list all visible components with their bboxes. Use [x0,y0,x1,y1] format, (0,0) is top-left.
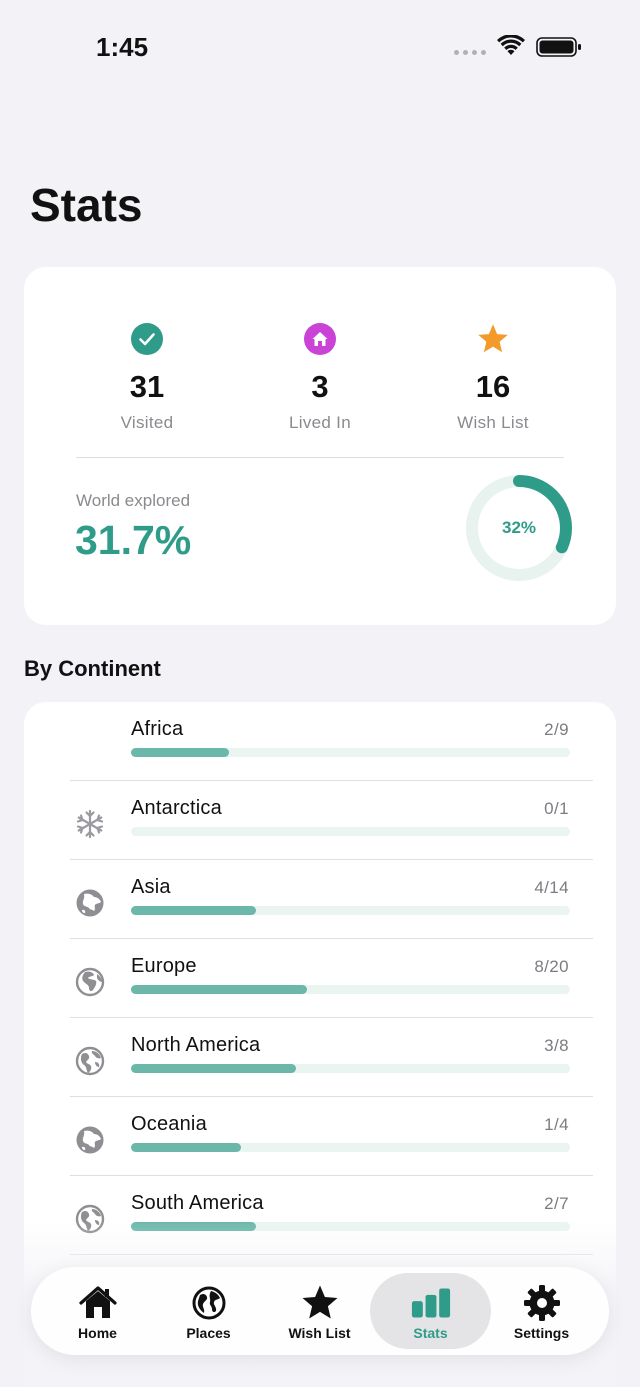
continent-count: 3/8 [544,1036,569,1055]
lived-in-metric[interactable]: 3 Lived In [240,322,400,433]
battery-icon [536,37,581,57]
continent-row-asia[interactable]: Asia 4/14 [24,860,616,939]
checkmark-circle-icon [130,322,164,356]
continent-name: Europe [131,955,197,977]
continent-count: 2/9 [544,720,569,739]
tab-places-label: Places [186,1325,231,1341]
tab-stats[interactable]: Stats [370,1273,491,1349]
progress-fill [131,906,257,915]
visited-label: Visited [120,413,174,433]
progress-fill [131,985,307,994]
tab-stats-label: Stats [413,1325,448,1341]
progress-track [131,1064,570,1073]
wish-list-label: Wish List [457,413,529,433]
status-time: 1:45 [96,32,149,62]
globe-icon [189,1283,229,1323]
page-title: Stats [30,179,143,231]
continent-name: North America [131,1034,261,1056]
tab-wish-list[interactable]: Wish List [259,1273,380,1349]
progress-fill [131,748,229,757]
continent-count: 2/7 [544,1194,569,1213]
tab-places[interactable]: Places [148,1273,269,1349]
continent-name: Africa [131,718,184,740]
world-explored-value: 31.7% [75,517,192,563]
ring-percent-label: 32% [501,518,537,537]
progress-track [131,827,570,836]
globe-asia-icon [74,1124,106,1156]
continent-count: 4/14 [534,878,569,897]
tab-wish-list-label: Wish List [288,1325,351,1341]
house-circle-icon [303,322,337,356]
tab-bar: Home Places Wish List Stats Settings [31,1267,609,1355]
tab-settings-label: Settings [513,1325,570,1341]
continent-row-oceania[interactable]: Oceania 1/4 [24,1097,616,1176]
wish-list-metric[interactable]: 16 Wish List [413,322,573,433]
continent-name: Antarctica [131,797,222,819]
lived-in-label: Lived In [289,413,351,433]
continent-name: Asia [131,876,171,898]
visited-count: 31 [129,369,165,404]
lived-in-count: 3 [311,369,329,404]
cellular-signal-icon [454,50,486,55]
globe-asia-icon [74,887,106,919]
continent-count: 0/1 [544,799,569,818]
bar-chart-icon [411,1283,451,1323]
snowflake-icon [74,808,106,840]
globe-americas-icon [74,1045,106,1077]
continent-row-africa[interactable]: Africa 2/9 [24,702,616,781]
progress-fill [131,1064,296,1073]
progress-track [131,906,570,915]
progress-track [131,748,570,757]
status-bar: 1:45 [0,0,640,94]
progress-track [131,985,570,994]
continent-row-antarctica[interactable]: Antarctica 0/1 [24,781,616,860]
house-icon [78,1283,118,1323]
globe-europe-africa-icon [74,966,106,998]
section-title-by-continent: By Continent [24,656,161,681]
continent-count: 8/20 [534,957,569,976]
tab-home[interactable]: Home [37,1273,158,1349]
progress-fill [131,1143,241,1152]
continent-name: Oceania [131,1113,207,1135]
tab-settings[interactable]: Settings [481,1273,602,1349]
continent-row-europe[interactable]: Europe 8/20 [24,939,616,1018]
tab-home-label: Home [78,1325,117,1341]
gear-icon [522,1283,562,1323]
progress-track [131,1143,570,1152]
star-icon [300,1283,340,1323]
visited-metric[interactable]: 31 Visited [67,322,227,433]
world-explored-label: World explored [76,491,191,510]
continent-name: South America [131,1192,264,1214]
summary-card: 31 Visited 3 Lived In 16 Wish List World… [24,267,616,625]
card-divider [76,457,564,458]
wifi-icon [497,35,525,55]
continent-row-north-america[interactable]: North America 3/8 [24,1018,616,1097]
continent-count: 1/4 [544,1115,569,1134]
star-icon [476,322,510,356]
wish-list-count: 16 [475,369,511,404]
continent-icon-placeholder [74,729,106,761]
